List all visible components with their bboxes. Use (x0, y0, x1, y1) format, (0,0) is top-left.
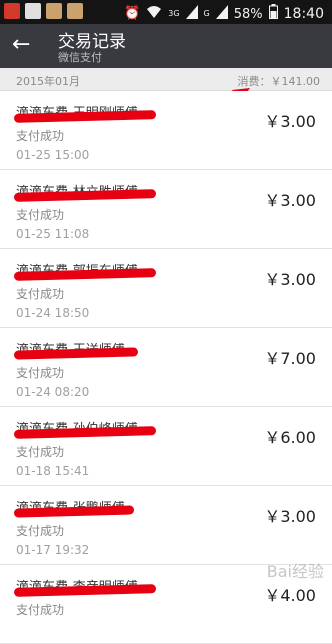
battery-icon (268, 4, 278, 24)
transaction-row[interactable]: 滴滴车费-王明刚师傅 支付成功 01-25 15:00 ￥3.00 (0, 91, 332, 170)
transaction-status: 支付成功 (16, 208, 65, 222)
transaction-time: 01-24 18:50 (16, 306, 90, 320)
alarm-icon: ⏰ (124, 6, 141, 21)
image-icon (25, 3, 41, 19)
transaction-time: 01-25 15:00 (16, 148, 90, 162)
transaction-status: 支付成功 (16, 129, 65, 143)
back-arrow-icon[interactable]: ← (12, 30, 30, 60)
transaction-status: 支付成功 (16, 524, 65, 538)
transaction-row[interactable]: 滴滴车费-郭振东师傅 支付成功 01-24 18:50 ￥3.00 (0, 249, 332, 328)
transaction-amount: ￥3.00 (264, 191, 316, 210)
app-header: ← 交易记录 微信支付 (0, 24, 332, 68)
signal-icon (185, 4, 198, 24)
page-subtitle: 微信支付 (58, 51, 102, 64)
app-notification-icon (4, 3, 20, 19)
signal-3g-label: 3G (168, 9, 180, 18)
transaction-row[interactable]: 滴滴车费-张鹏师傅 支付成功 01-17 19:32 ￥3.00 (0, 486, 332, 565)
month-summary-bar: 2015年01月 消费：￥141.00 (0, 68, 332, 91)
transaction-amount: ￥4.00 (264, 586, 316, 605)
transaction-status: 支付成功 (16, 603, 65, 617)
battery-percent: 58% (233, 6, 263, 22)
transaction-time: 01-25 11:08 (16, 227, 90, 241)
transaction-amount: ￥3.00 (264, 507, 316, 526)
transaction-status: 支付成功 (16, 445, 65, 459)
notification-icons (4, 3, 83, 19)
transaction-amount: ￥3.00 (264, 112, 316, 131)
transaction-row[interactable]: 滴滴车费-孙伯峰师傅 支付成功 01-18 15:41 ￥6.00 (0, 407, 332, 486)
signal-g-label: G (203, 9, 210, 18)
transaction-amount: ￥6.00 (264, 428, 316, 447)
status-bar: ⏰ 3G G 58% 18:40 (0, 0, 332, 24)
app-icon (46, 3, 62, 19)
wifi-icon (146, 5, 162, 24)
transaction-time: 01-17 19:32 (16, 543, 90, 557)
system-status: ⏰ 3G G 58% 18:40 (124, 4, 324, 24)
watermark: Bai经验 (266, 562, 324, 581)
transaction-amount: ￥3.00 (264, 270, 316, 289)
transaction-row[interactable]: 滴滴车费-林立胜师傅 支付成功 01-25 11:08 ￥3.00 (0, 170, 332, 249)
clock: 18:40 (283, 6, 324, 22)
transaction-amount: ￥7.00 (264, 349, 316, 368)
transaction-time: 01-18 15:41 (16, 464, 90, 478)
transaction-row[interactable]: 滴滴车费-王送师傅 支付成功 01-24 08:20 ￥7.00 (0, 328, 332, 407)
signal-icon (215, 4, 228, 24)
transaction-status: 支付成功 (16, 287, 65, 301)
transaction-status: 支付成功 (16, 366, 65, 380)
month-label: 2015年01月 (16, 75, 80, 88)
app-icon (67, 3, 83, 19)
transaction-time: 01-24 08:20 (16, 385, 90, 399)
